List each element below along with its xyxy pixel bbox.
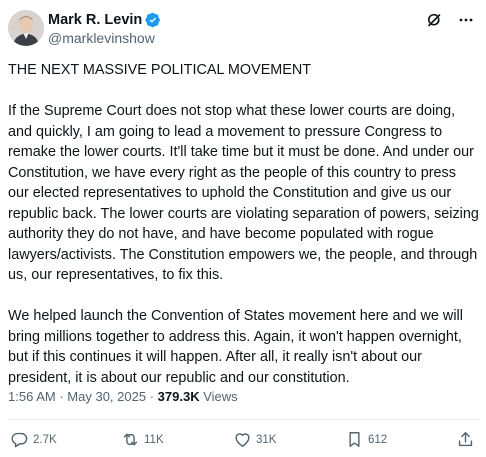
reply-count: 2.7K — [33, 433, 57, 446]
action-bar: 2.7K 11K 31K 612 — [0, 430, 486, 452]
tweet-headline: THE NEXT MASSIVE POLITICAL MOVEMENT — [8, 62, 312, 78]
meta-separator: · — [149, 389, 155, 404]
name-row: Mark R. Levin — [48, 11, 161, 29]
bookmark-icon — [345, 430, 364, 449]
repost-count: 11K — [144, 433, 164, 446]
meta-separator: · — [59, 389, 64, 404]
author-info: Mark R. Levin @marklevinshow — [48, 11, 161, 46]
display-name[interactable]: Mark R. Levin — [48, 12, 142, 28]
bookmark-button[interactable]: 612 — [345, 430, 387, 449]
heart-icon — [233, 430, 252, 449]
more-icon[interactable] — [458, 12, 474, 28]
post-date[interactable]: May 30, 2025 — [67, 389, 146, 404]
tweet-paragraph: If the Supreme Court does not stop what … — [8, 103, 479, 283]
handle[interactable]: @marklevinshow — [48, 30, 161, 46]
tweet-meta: 1:56 AM · May 30, 2025 · 379.3K Views — [8, 389, 238, 404]
repost-icon — [121, 430, 140, 449]
post-time[interactable]: 1:56 AM — [8, 389, 56, 404]
reply-icon — [10, 430, 29, 449]
grok-icon[interactable] — [426, 12, 442, 28]
bookmark-count: 612 — [368, 433, 388, 446]
like-button[interactable]: 31K — [233, 430, 276, 449]
repost-button[interactable]: 11K — [121, 430, 164, 449]
avatar-photo — [8, 10, 44, 46]
divider — [8, 419, 480, 420]
like-count: 31K — [256, 433, 277, 446]
top-actions — [426, 12, 474, 28]
verified-badge-icon[interactable] — [145, 12, 161, 28]
tweet-text: THE NEXT MASSIVE POLITICAL MOVEMENT If t… — [8, 60, 480, 409]
tweet-paragraph: We helped launch the Convention of State… — [8, 308, 463, 386]
tweet: Mark R. Levin @marklevinshow THE NEXT MA… — [0, 0, 486, 457]
views-label: Views — [203, 389, 238, 404]
share-icon — [456, 430, 475, 449]
avatar[interactable] — [8, 10, 44, 46]
views-count: 379.3K — [157, 389, 200, 404]
reply-button[interactable]: 2.7K — [10, 430, 57, 449]
share-button[interactable] — [456, 430, 475, 449]
